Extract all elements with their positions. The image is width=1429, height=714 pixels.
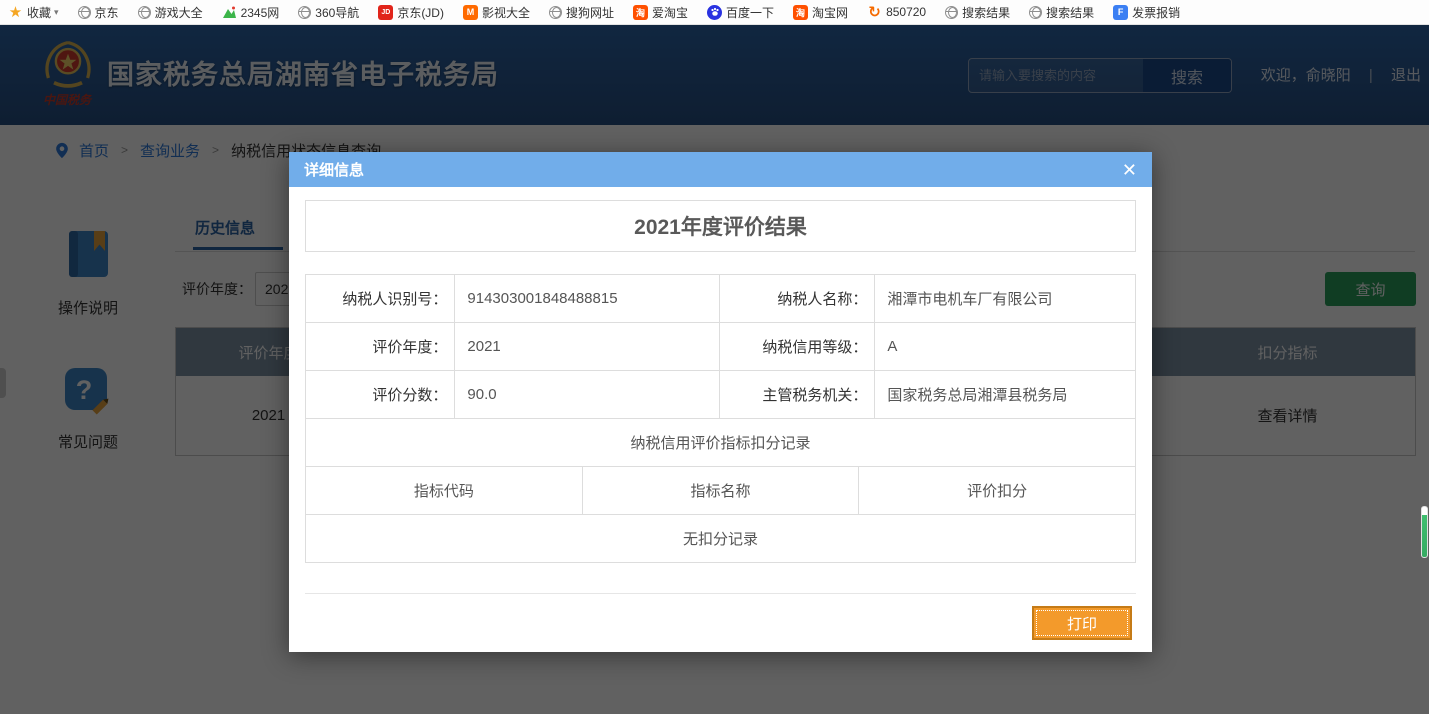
- table-row: 指标代码 指标名称 评价扣分: [306, 467, 1136, 515]
- bookmark-aitaobao[interactable]: 淘 爱淘宝: [633, 4, 688, 21]
- star-icon: ★: [8, 5, 23, 20]
- col-indicator-name: 指标名称: [582, 467, 859, 515]
- invoice-icon: F: [1113, 5, 1128, 20]
- bookmark-search-result-2[interactable]: 搜索结果: [1029, 4, 1094, 21]
- col-indicator-code: 指标代码: [306, 467, 583, 515]
- bookmark-label: 搜索结果: [1046, 4, 1094, 21]
- globe-icon: [138, 6, 151, 19]
- deduction-table: 纳税信用评价指标扣分记录 指标代码 指标名称 评价扣分 无扣分记录: [305, 418, 1136, 563]
- taxpayer-name-label: 纳税人名称：: [720, 275, 875, 323]
- bookmark-label: 影视大全: [482, 4, 530, 21]
- taobao-icon: 淘: [793, 5, 808, 20]
- bookmark-video[interactable]: M 影视大全: [463, 4, 530, 21]
- taobao-icon: 淘: [633, 5, 648, 20]
- bookmark-taobao[interactable]: 淘 淘宝网: [793, 4, 848, 21]
- bookmarks-bar: ★ 收藏 ▾ 京东 游戏大全 2345网 360导航 JD 京东(JD) M 影…: [0, 0, 1429, 25]
- bookmark-360nav[interactable]: 360导航: [298, 4, 359, 21]
- eval-year-label: 评价年度：: [306, 323, 455, 371]
- bookmark-jingdong[interactable]: 京东: [78, 4, 119, 21]
- bookmark-search-result-1[interactable]: 搜索结果: [945, 4, 1010, 21]
- jd-icon: JD: [378, 5, 393, 20]
- bookmark-label: 搜索结果: [962, 4, 1010, 21]
- detail-modal: 详细信息 ✕ 2021年度评价结果 纳税人识别号： 91430300184848…: [289, 152, 1152, 652]
- bookmark-850720[interactable]: ↻ 850720: [867, 5, 926, 20]
- refresh-icon: ↻: [867, 5, 882, 20]
- modal-header: 详细信息 ✕: [289, 152, 1152, 187]
- result-heading: 2021年度评价结果: [305, 200, 1136, 252]
- bookmark-favorites[interactable]: ★ 收藏 ▾: [8, 4, 59, 21]
- bookmark-label: 2345网: [241, 4, 280, 21]
- bookmark-label: 淘宝网: [812, 4, 848, 21]
- result-table: 纳税人识别号： 914303001848488815 纳税人名称： 湘潭市电机车…: [305, 274, 1136, 419]
- table-row: 无扣分记录: [306, 515, 1136, 563]
- bookmark-label: 发票报销: [1132, 4, 1180, 21]
- credit-level-value: A: [875, 323, 1136, 371]
- bookmark-sogou[interactable]: 搜狗网址: [549, 4, 614, 21]
- video-icon: M: [463, 5, 478, 20]
- chevron-down-icon: ▾: [54, 7, 59, 18]
- bookmark-label: 850720: [886, 5, 926, 19]
- table-row: 评价分数： 90.0 主管税务机关： 国家税务总局湘潭县税务局: [306, 371, 1136, 419]
- bookmark-baidu[interactable]: 百度一下: [707, 4, 774, 21]
- deduction-section-title: 纳税信用评价指标扣分记录: [306, 419, 1136, 467]
- credit-level-label: 纳税信用等级：: [720, 323, 875, 371]
- no-deduction-record: 无扣分记录: [306, 515, 1136, 563]
- bookmark-label: 京东: [95, 4, 119, 21]
- print-button[interactable]: 打印: [1032, 606, 1132, 640]
- bookmark-invoice[interactable]: F 发票报销: [1113, 4, 1180, 21]
- col-eval-deduction: 评价扣分: [859, 467, 1136, 515]
- bookmark-label: 收藏: [27, 4, 51, 21]
- globe-icon: [1029, 6, 1042, 19]
- 2345-icon: [222, 5, 237, 20]
- score-label: 评价分数：: [306, 371, 455, 419]
- bookmark-label: 360导航: [315, 4, 359, 21]
- bookmark-label: 爱淘宝: [652, 4, 688, 21]
- bookmark-label: 百度一下: [726, 4, 774, 21]
- table-row: 纳税人识别号： 914303001848488815 纳税人名称： 湘潭市电机车…: [306, 275, 1136, 323]
- bookmark-2345[interactable]: 2345网: [222, 4, 280, 21]
- globe-icon: [549, 6, 562, 19]
- table-row: 评价年度： 2021 纳税信用等级： A: [306, 323, 1136, 371]
- taxpayer-id-label: 纳税人识别号：: [306, 275, 455, 323]
- bookmark-games[interactable]: 游戏大全: [138, 4, 203, 21]
- modal-footer: 打印: [305, 593, 1136, 652]
- taxpayer-id-value: 914303001848488815: [455, 275, 720, 323]
- bookmark-jd[interactable]: JD 京东(JD): [378, 4, 444, 21]
- bookmark-label: 京东(JD): [397, 4, 444, 21]
- taxpayer-name-value: 湘潭市电机车厂有限公司: [875, 275, 1136, 323]
- authority-value: 国家税务总局湘潭县税务局: [875, 371, 1136, 419]
- bookmark-label: 搜狗网址: [566, 4, 614, 21]
- bookmark-label: 游戏大全: [155, 4, 203, 21]
- modal-title: 详细信息: [304, 159, 364, 180]
- scrollbar-thumb[interactable]: [1421, 506, 1428, 558]
- authority-label: 主管税务机关：: [720, 371, 875, 419]
- table-row: 纳税信用评价指标扣分记录: [306, 419, 1136, 467]
- baidu-paw-icon: [707, 5, 722, 20]
- globe-icon: [78, 6, 91, 19]
- eval-year-value: 2021: [455, 323, 720, 371]
- globe-icon: [298, 6, 311, 19]
- modal-body: 2021年度评价结果 纳税人识别号： 914303001848488815 纳税…: [289, 200, 1152, 652]
- close-icon[interactable]: ✕: [1122, 161, 1137, 179]
- score-value: 90.0: [455, 371, 720, 419]
- globe-icon: [945, 6, 958, 19]
